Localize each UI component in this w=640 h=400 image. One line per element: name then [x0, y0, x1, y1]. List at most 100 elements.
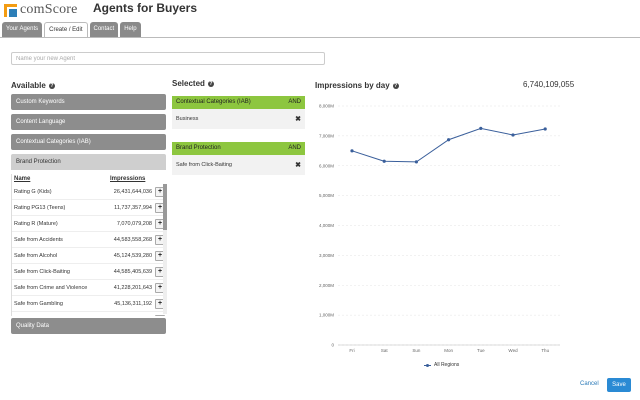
tab-divider [0, 37, 640, 38]
row-name: Safe from Accidents [14, 236, 63, 243]
x-tick-label: Thu [541, 348, 549, 353]
table-header: Name Impressions [12, 174, 167, 184]
category-content-language[interactable]: Content Language [11, 114, 166, 130]
category-custom-keywords[interactable]: Custom Keywords [11, 94, 166, 110]
row-impressions: 45,124,539,280 [113, 252, 152, 259]
x-tick-label: Tue [477, 348, 485, 353]
available-categories: Custom Keywords Content Language Context… [11, 94, 166, 170]
y-tick-label: 6,000M [319, 163, 334, 168]
tab-help[interactable]: Help [120, 22, 141, 37]
selected-item: Business ✖ [172, 109, 305, 129]
row-name: Safe from Gambling [14, 300, 63, 307]
x-tick-label: Wed [508, 348, 518, 353]
row-name: Rating R (Mature) [14, 220, 58, 227]
data-point[interactable] [382, 159, 386, 163]
logo-text: comScore [20, 2, 78, 17]
y-tick-label: 4,000M [319, 223, 334, 228]
agent-name-input[interactable] [11, 52, 325, 65]
y-tick-label: 3,000M [319, 253, 334, 258]
table-row: Safe from Crime and Violence 41,228,201,6… [12, 280, 167, 296]
row-impressions: 44,585,405,639 [113, 268, 152, 275]
y-tick-label: 1,000M [319, 313, 334, 318]
row-name: Safe from Click-Baiting [14, 268, 70, 275]
selected-item-label: Safe from Click-Baiting [176, 162, 232, 168]
save-button[interactable]: Save [607, 378, 631, 392]
table-row: Safe from Alcohol 45,124,539,280 + [12, 248, 167, 264]
row-impressions: 26,431,644,036 [113, 188, 152, 195]
row-impressions: 41,228,201,643 [113, 284, 152, 291]
available-label: Available [11, 81, 46, 90]
data-point[interactable] [543, 127, 547, 131]
selected-item-label: Business [176, 116, 199, 122]
quality-data-panel: Quality Data [11, 318, 166, 338]
category-contextual-iab[interactable]: Contextual Categories (IAB) [11, 134, 166, 150]
col-impressions-header[interactable]: Impressions [110, 174, 154, 184]
row-impressions: 11,737,357,994 [114, 204, 152, 211]
row-name: Rating PG13 (Teens) [14, 204, 66, 211]
legend-line-icon [424, 363, 431, 367]
tab-create-edit[interactable]: Create / Edit [44, 22, 88, 37]
row-impressions: 7,070,079,208 [116, 220, 152, 227]
table-row: Safe from Gambling 45,136,311,192 + [12, 296, 167, 312]
y-tick-label: 0 [331, 343, 334, 348]
cancel-button[interactable]: Cancel [580, 381, 599, 387]
selected-heading: Selected ? [172, 79, 214, 88]
comscore-logo-icon [4, 3, 17, 17]
data-point[interactable] [511, 133, 515, 137]
selected-group: Brand Protection AND Safe from Click-Bai… [172, 142, 305, 175]
data-point[interactable] [350, 149, 354, 153]
x-tick-label: Sun [412, 348, 421, 353]
category-quality-data[interactable]: Quality Data [11, 318, 166, 334]
impressions-total: 6,740,109,055 [523, 80, 575, 89]
table-row: Rating G (Kids) 26,431,644,036 + [12, 184, 167, 200]
chart-heading: Impressions by day ? [315, 81, 399, 90]
data-point[interactable] [479, 126, 483, 131]
row-name: Rating G (Kids) [14, 188, 52, 195]
remove-icon[interactable]: ✖ [295, 115, 301, 123]
chart-title: Impressions by day [315, 81, 390, 90]
x-tick-label: Fri [349, 348, 354, 353]
table-row: Safe from Click-Baiting 44,585,405,639 + [12, 264, 167, 280]
category-brand-protection[interactable]: Brand Protection [11, 154, 166, 170]
selected-item: Safe from Click-Baiting ✖ [172, 155, 305, 175]
y-tick-label: 5,000M [319, 193, 334, 198]
legend-label: All Regions [434, 362, 460, 368]
selected-group-title: Brand Protection [176, 145, 221, 151]
selected-label: Selected [172, 79, 205, 88]
row-name: Safe from Crime and Violence [14, 284, 88, 291]
selected-group-operator[interactable]: AND [288, 96, 301, 109]
available-heading: Available ? [11, 81, 55, 90]
remove-icon[interactable]: ✖ [295, 161, 301, 169]
tab-bar: Your Agents Create / Edit Contact Help [2, 22, 141, 37]
brand: comScore [4, 2, 78, 18]
x-tick-label: Sat [381, 348, 389, 353]
help-icon[interactable]: ? [48, 82, 55, 89]
table-row: Rating R (Mature) 7,070,079,208 + [12, 216, 167, 232]
table-row: Safe from Hate Speech44,182,338,991+ [12, 312, 167, 316]
table-row: Safe from Accidents 44,583,558,268 + [12, 232, 167, 248]
chart-legend[interactable]: All Regions [424, 362, 459, 368]
table-row: Rating PG13 (Teens) 11,737,357,994 + [12, 200, 167, 216]
brand-protection-table: Name Impressions Rating G (Kids) 26,431,6… [11, 174, 167, 316]
selected-group-header: Brand Protection AND [172, 142, 305, 155]
add-icon[interactable]: + [155, 314, 165, 316]
row-name: Safe from Alcohol [14, 252, 58, 259]
help-icon[interactable]: ? [207, 80, 214, 87]
y-tick-label: 2,000M [319, 283, 334, 288]
page-title: Agents for Buyers [93, 1, 198, 15]
y-tick-label: 8,000M [319, 104, 334, 109]
selected-group-operator[interactable]: AND [288, 142, 301, 155]
tab-contact[interactable]: Contact [89, 22, 119, 37]
y-tick-label: 7,000M [319, 133, 334, 138]
series-line [351, 127, 546, 163]
data-point[interactable] [447, 138, 451, 142]
table-scroll-thumb[interactable] [163, 184, 167, 230]
col-name-header[interactable]: Name [14, 174, 110, 184]
data-point[interactable] [414, 160, 418, 164]
selected-group-title: Contextual Categories (IAB) [176, 99, 251, 105]
selected-group-header: Contextual Categories (IAB) AND [172, 96, 305, 109]
x-tick-label: Mon [444, 348, 453, 353]
help-icon[interactable]: ? [392, 82, 399, 89]
selected-group: Contextual Categories (IAB) AND Business… [172, 96, 305, 129]
tab-your-agents[interactable]: Your Agents [2, 22, 43, 37]
